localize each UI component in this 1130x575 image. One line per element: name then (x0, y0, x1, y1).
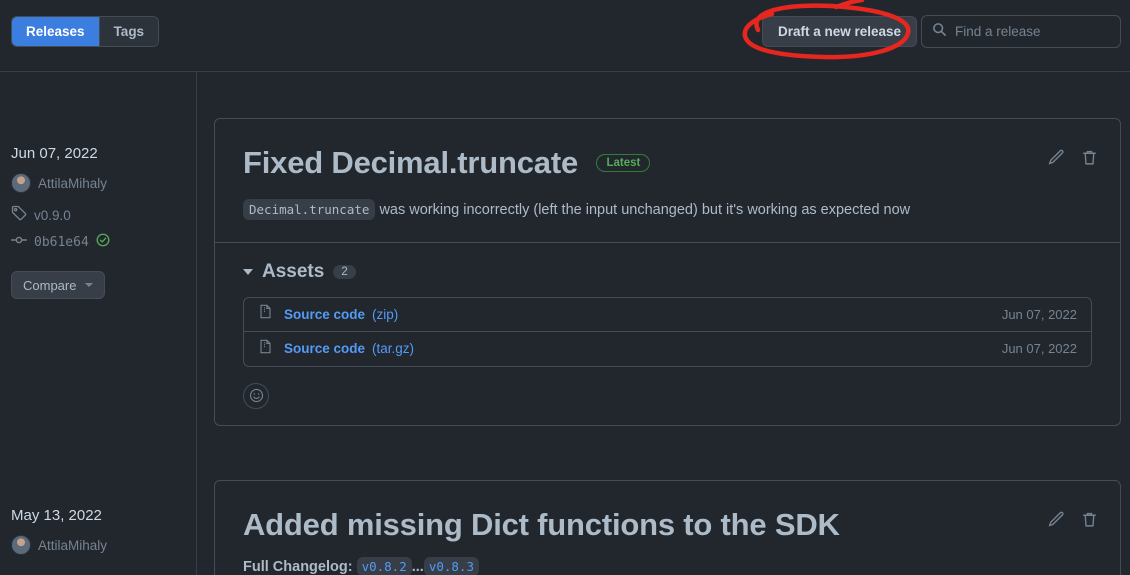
release-card-1: Added missing Dict functions to the SDK … (214, 480, 1121, 575)
changelog-to-link[interactable]: v0.8.3 (423, 557, 479, 575)
search-release-input[interactable]: Find a release (921, 15, 1121, 48)
chevron-down-icon (85, 283, 94, 287)
asset-ext: (zip) (372, 306, 399, 322)
release-title[interactable]: Fixed Decimal.truncate (243, 145, 578, 181)
release-author[interactable]: AttilaMihaly (11, 173, 186, 193)
compare-button[interactable]: Compare (11, 271, 106, 299)
trash-icon[interactable] (1081, 511, 1098, 528)
changelog-line: Full Changelog: v0.8.2... v0.8.3 (243, 557, 1092, 575)
tab-tags[interactable]: Tags (99, 17, 159, 46)
releases-tags-toggle: Releases Tags (11, 16, 160, 47)
releases-page: Releases Tags Draft a new release Find a… (0, 0, 1130, 575)
tag-name: v0.9.0 (34, 208, 71, 223)
assets-toggle[interactable]: Assets 2 (243, 261, 1092, 283)
avatar (11, 535, 31, 555)
compare-label: Compare (23, 277, 77, 293)
avatar (11, 173, 31, 193)
release-author[interactable]: AttilaMihaly (11, 535, 186, 555)
release-meta-0: Jun 07, 2022 AttilaMihaly v0.9.0 0b61e64 (10, 145, 186, 299)
author-name: AttilaMihaly (38, 537, 108, 553)
release-tag[interactable]: v0.9.0 (11, 205, 186, 226)
release-date: May 13, 2022 (11, 507, 102, 524)
pencil-icon[interactable] (1048, 511, 1065, 528)
pencil-icon[interactable] (1048, 149, 1065, 166)
assets-count-badge: 2 (333, 264, 356, 279)
inline-code: Decimal.truncate (243, 199, 376, 220)
draft-new-release-button[interactable]: Draft a new release (762, 16, 918, 47)
asset-ext: (tar.gz) (372, 341, 415, 357)
assets-label: Assets (262, 260, 325, 282)
release-commit[interactable]: 0b61e64 (10, 232, 186, 253)
release-title[interactable]: Added missing Dict functions to the SDK (243, 507, 840, 543)
chevron-down-icon (243, 268, 253, 275)
changelog-label: Full Changelog: (243, 559, 353, 575)
trash-icon[interactable] (1081, 149, 1098, 166)
changelog-from-link[interactable]: v0.8.2 (356, 557, 412, 575)
release-meta-1: May 13, 2022 AttilaMihaly (11, 507, 186, 567)
commit-icon (10, 232, 28, 253)
search-placeholder: Find a release (955, 24, 1041, 39)
tag-icon (11, 205, 27, 226)
latest-badge: Latest (596, 154, 651, 172)
changelog-separator: ... (411, 559, 424, 575)
assets-list: Source code (zip) Jun 07, 2022 Source co… (243, 296, 1092, 367)
author-name: AttilaMihaly (38, 175, 108, 191)
release-card-actions (1048, 149, 1098, 166)
asset-name: Source code (284, 341, 366, 357)
file-icon (258, 339, 273, 359)
release-body-text: was working incorrectly (left the input … (379, 202, 911, 218)
release-assets-section: Assets 2 Source code (zip) Jun 07, 2022 (215, 241, 1120, 425)
release-body: Decimal.truncate was working incorrectly… (243, 199, 1092, 222)
list-item[interactable]: Source code (tar.gz) Jun 07, 2022 (244, 332, 1091, 366)
file-icon (258, 304, 273, 324)
verified-check-icon (96, 233, 110, 252)
list-item[interactable]: Source code (zip) Jun 07, 2022 (244, 298, 1091, 332)
asset-date: Jun 07, 2022 (1001, 341, 1077, 357)
release-date: Jun 07, 2022 (11, 145, 98, 162)
release-card-actions (1048, 511, 1098, 528)
draft-new-release-label: Draft a new release (778, 24, 902, 39)
asset-date: Jun 07, 2022 (1001, 306, 1077, 322)
asset-name: Source code (284, 306, 366, 322)
release-card-header: Added missing Dict functions to the SDK … (215, 481, 1120, 575)
search-icon (932, 22, 947, 42)
release-card-header: Fixed Decimal.truncate Latest Decimal.tr… (215, 119, 1120, 242)
smiley-icon[interactable] (243, 382, 269, 409)
release-card-0: Fixed Decimal.truncate Latest Decimal.tr… (214, 118, 1121, 426)
commit-sha: 0b61e64 (34, 235, 89, 250)
tab-releases[interactable]: Releases (12, 17, 100, 46)
page-header: Releases Tags Draft a new release Find a… (0, 0, 1130, 72)
timeline-divider (196, 72, 197, 575)
